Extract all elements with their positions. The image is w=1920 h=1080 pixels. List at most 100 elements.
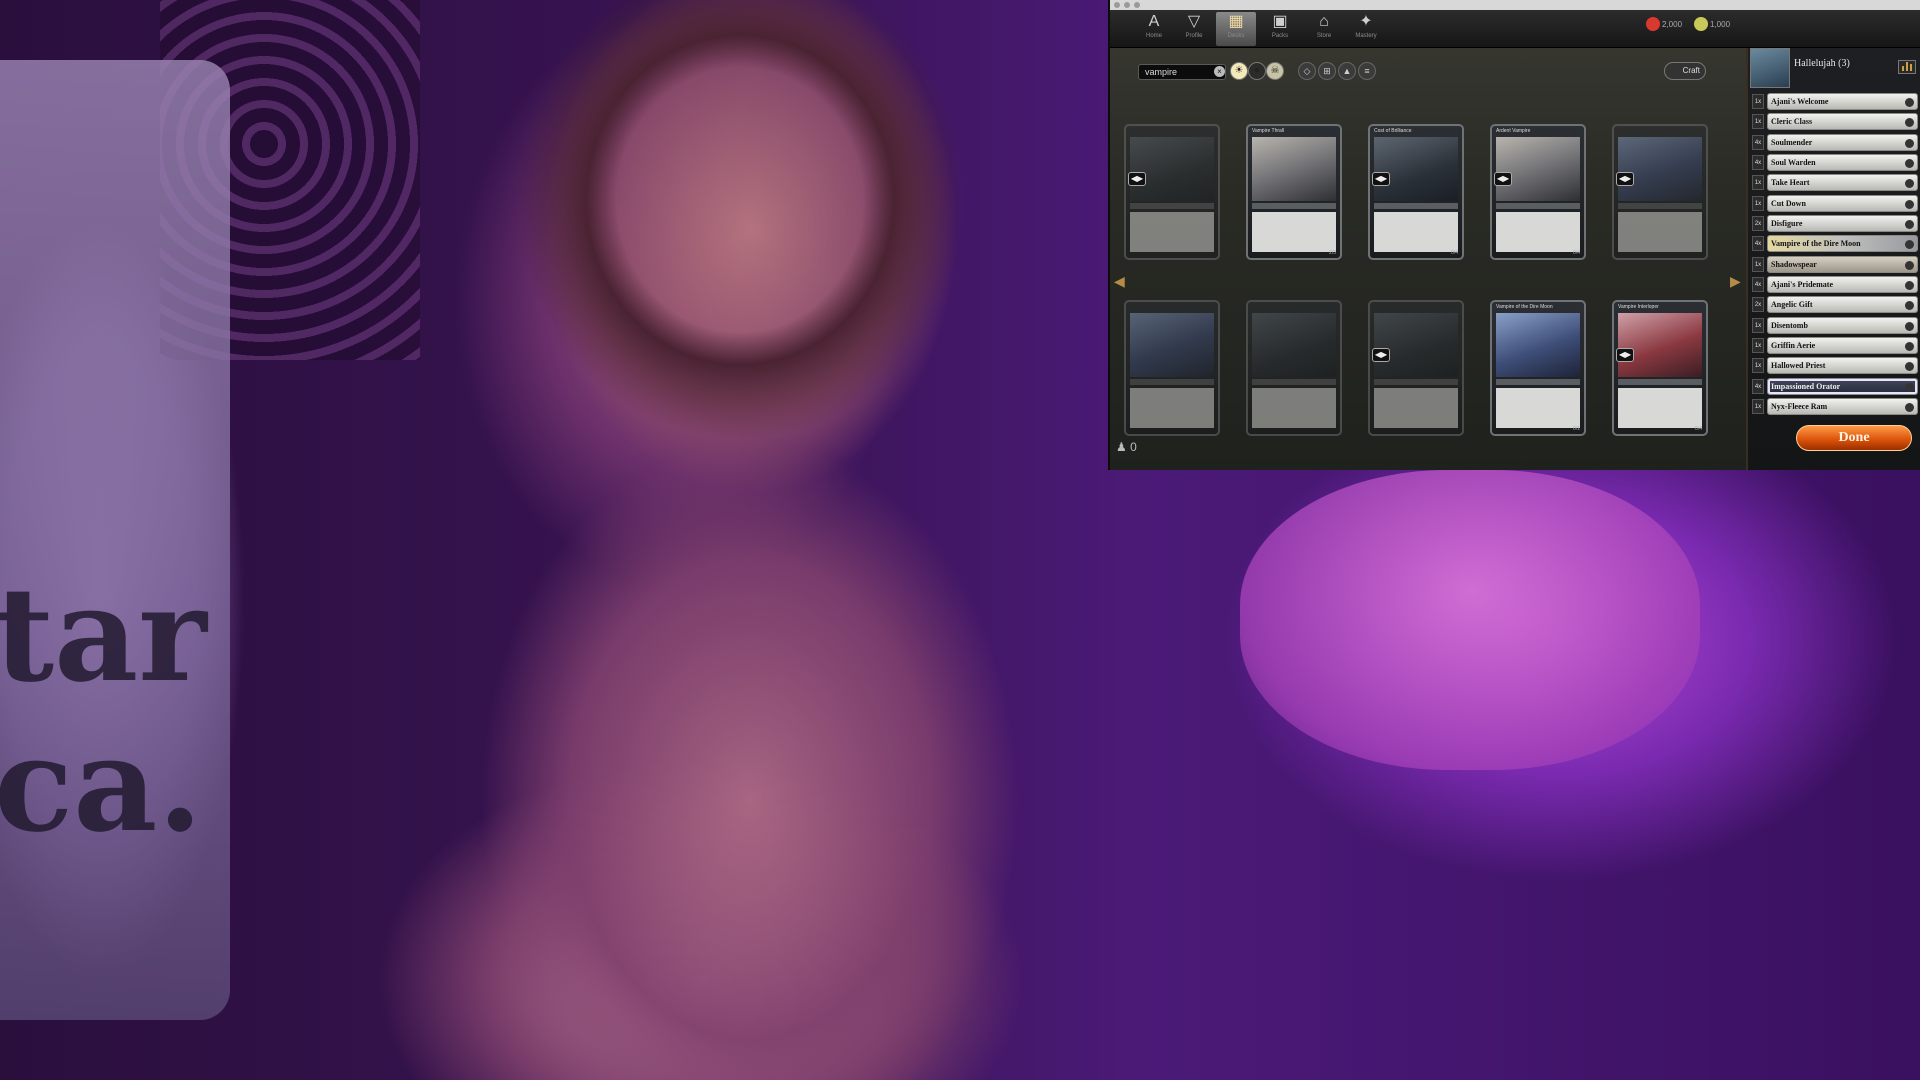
card-quantity: 2x (1752, 216, 1764, 232)
deck-card-bar[interactable]: Take Heart (1767, 174, 1918, 192)
card-style-toggle-icon[interactable]: ◀▶ (1372, 172, 1390, 186)
card-tile[interactable] (1368, 300, 1464, 436)
card-type-line (1374, 203, 1458, 209)
search-input[interactable] (1138, 64, 1226, 80)
deck-list-item[interactable]: 1x Ajani's Welcome (1752, 92, 1920, 111)
deck-card-bar[interactable]: Cleric Class (1767, 113, 1918, 131)
deck-list-item[interactable]: 1x Cleric Class (1752, 112, 1920, 131)
card-rules-text (1618, 388, 1702, 428)
card-rules-text (1374, 388, 1458, 428)
deck-card-bar[interactable]: Shadowspear (1767, 255, 1918, 273)
deck-card-bar[interactable]: Cut Down (1767, 194, 1918, 212)
card-art (1496, 137, 1580, 201)
deck-list-item[interactable]: 1x Griffin Aerie (1752, 336, 1920, 355)
deck-card-bar[interactable]: Soulmender (1767, 133, 1918, 151)
deck-list-item[interactable]: 2x Angelic Gift (1752, 295, 1920, 314)
clear-search-icon[interactable]: × (1214, 66, 1225, 77)
filter-tool-icon[interactable]: ◇ (1298, 62, 1316, 80)
minimize-window-button[interactable] (1124, 2, 1130, 8)
filter-tool-icon[interactable]: ≡ (1358, 62, 1376, 80)
deck-box-art[interactable] (1750, 48, 1790, 88)
card-rules-text (1496, 212, 1580, 252)
nav-tab-2[interactable]: ▦ Decks (1216, 12, 1256, 46)
card-quantity: 1x (1752, 338, 1764, 354)
card-owned-count: 0/1 (1573, 426, 1580, 432)
deck-card-bar[interactable]: Ajani's Welcome (1767, 93, 1918, 110)
card-tile[interactable] (1124, 124, 1220, 260)
deck-list-item[interactable]: 1x Hallowed Priest (1752, 356, 1920, 375)
card-rules-text (1130, 212, 1214, 252)
deck-list-item[interactable]: 1x Shadowspear (1752, 255, 1920, 274)
card-tile[interactable]: Vampire Thrall 2/3 (1246, 124, 1342, 260)
card-style-toggle-icon[interactable]: ◀▶ (1372, 348, 1390, 362)
card-art (1130, 313, 1214, 377)
nav-tab-5[interactable]: ✦ Mastery (1346, 12, 1386, 46)
deck-list-item[interactable]: 2x Disfigure (1752, 214, 1920, 233)
deck-card-bar[interactable]: Ajani's Pridemate (1767, 276, 1918, 294)
deck-card-list: 1x Ajani's Welcome 1x Cleric Class 4x Soulmen… (1752, 92, 1920, 418)
deck-card-bar[interactable]: Soul Warden (1767, 154, 1918, 172)
deck-list-item[interactable]: 4x Soul Warden (1752, 153, 1920, 172)
card-tile[interactable] (1246, 300, 1342, 436)
deck-list-item[interactable]: 1x Disentomb (1752, 316, 1920, 335)
prev-page-arrow-icon[interactable]: ◀ (1114, 273, 1125, 290)
card-tile[interactable] (1612, 124, 1708, 260)
mana-cost-icon (1905, 118, 1914, 128)
next-page-arrow-icon[interactable]: ▶ (1730, 273, 1741, 290)
card-rules-text (1496, 388, 1580, 428)
mana-filter-button[interactable]: ☀ (1230, 62, 1248, 80)
plush-toy (1240, 470, 1700, 770)
card-rules-text (1618, 212, 1702, 252)
nav-tab-3[interactable]: ▣ Packs (1260, 12, 1300, 46)
deck-card-name: Cleric Class (1771, 117, 1813, 127)
craft-toggle[interactable]: Craft (1664, 62, 1706, 80)
pillow-text: tar ca. (0, 558, 207, 861)
nav-tab-4[interactable]: ⌂ Store (1304, 12, 1344, 46)
done-button[interactable]: Done (1796, 425, 1912, 451)
deck-card-bar[interactable]: Angelic Gift (1767, 296, 1918, 314)
deck-name[interactable]: Hallelujah (3) (1794, 58, 1904, 72)
card-tile[interactable]: Ardent Vampire 0/4 (1490, 124, 1586, 260)
card-style-toggle-icon[interactable]: ◀▶ (1494, 172, 1512, 186)
nav-label: Store (1316, 33, 1332, 39)
deck-list-item[interactable]: 4x Impassioned Orator (1752, 377, 1920, 396)
maximize-window-button[interactable] (1134, 2, 1140, 8)
deck-card-bar[interactable]: Vampire of the Dire Moon (1767, 235, 1918, 253)
deck-card-name: Soulmender (1771, 137, 1813, 147)
deck-card-bar[interactable]: Disentomb (1767, 316, 1918, 334)
card-quantity: 2x (1752, 297, 1764, 313)
card-tile[interactable]: Vampire Interloper 0/4 (1612, 300, 1708, 436)
mana-filter-button[interactable]: ☠ (1266, 62, 1284, 80)
filter-tool-icon[interactable]: ⊞ (1318, 62, 1336, 80)
card-type-line (1130, 203, 1214, 209)
deck-list-item[interactable]: 4x Vampire of the Dire Moon (1752, 234, 1920, 253)
card-name: Vampire Interloper (1618, 304, 1659, 310)
deck-list-item[interactable]: 4x Soulmender (1752, 133, 1920, 152)
card-name: Vampire Thrall (1252, 128, 1285, 134)
card-style-toggle-icon[interactable]: ◀▶ (1616, 172, 1634, 186)
filter-tool-icon[interactable]: ▲ (1338, 62, 1356, 80)
nav-tab-0[interactable]: A Home (1134, 12, 1174, 46)
mana-curve-icon[interactable] (1898, 60, 1916, 74)
deck-list-item[interactable]: 1x Take Heart (1752, 173, 1920, 192)
mana-filter-button[interactable]: ● (1248, 62, 1266, 80)
deck-list-item[interactable]: 4x Ajani's Pridemate (1752, 275, 1920, 294)
nav-tab-1[interactable]: ▽ Profile (1174, 12, 1214, 46)
card-type-line (1496, 379, 1580, 385)
deck-list-item[interactable]: 1x Cut Down (1752, 194, 1920, 213)
deck-card-bar[interactable]: Impassioned Orator (1767, 377, 1918, 395)
deck-list-item[interactable]: 1x Nyx-Fleece Ram (1752, 397, 1920, 416)
card-tile[interactable]: Vampire of the Dire Moon 0/1 (1490, 300, 1586, 436)
card-owned-count: 0/4 (1451, 250, 1458, 256)
card-name (1374, 304, 1460, 312)
deck-card-bar[interactable]: Nyx-Fleece Ram (1767, 398, 1918, 416)
close-window-button[interactable] (1114, 2, 1120, 8)
deck-card-bar[interactable]: Hallowed Priest (1767, 357, 1918, 375)
card-tile[interactable]: Cost of Brilliance 0/4 (1368, 124, 1464, 260)
deck-card-name: Angelic Gift (1771, 300, 1813, 310)
card-style-toggle-icon[interactable]: ◀▶ (1616, 348, 1634, 362)
card-tile[interactable] (1124, 300, 1220, 436)
deck-card-bar[interactable]: Disfigure (1767, 215, 1918, 233)
card-style-toggle-icon[interactable]: ◀▶ (1128, 172, 1146, 186)
deck-card-bar[interactable]: Griffin Aerie (1767, 337, 1918, 355)
